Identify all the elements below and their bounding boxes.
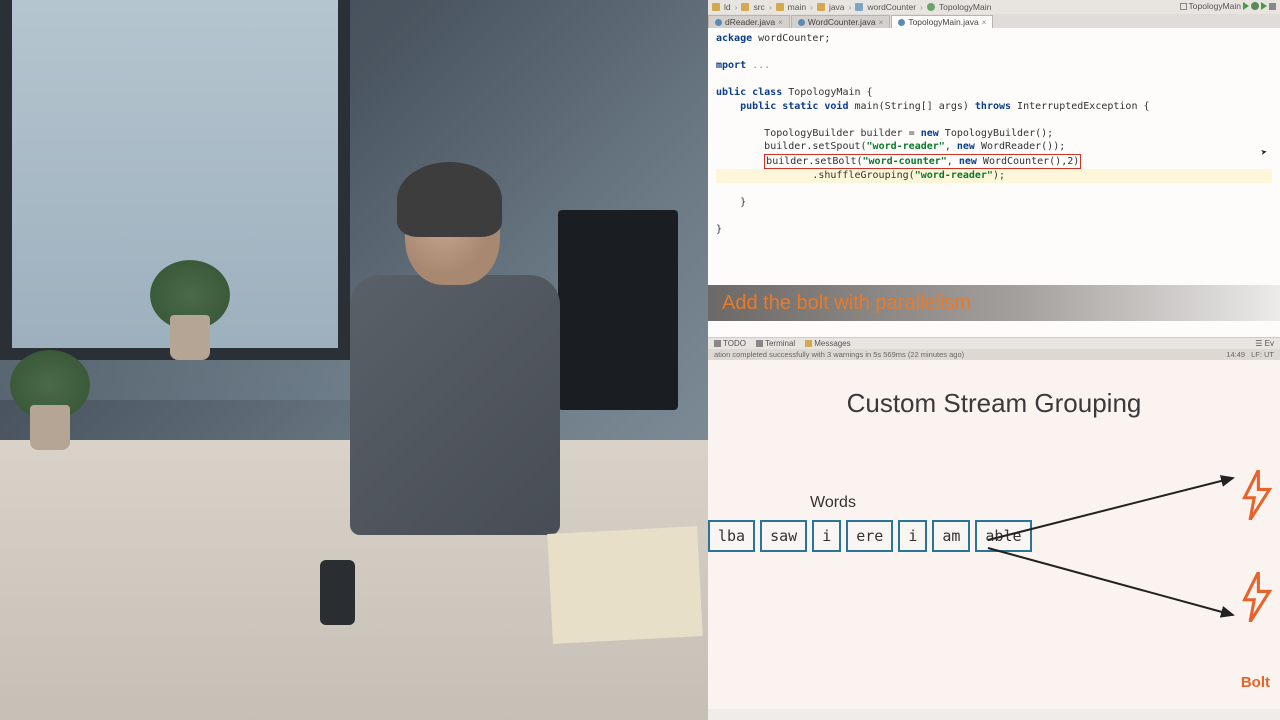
word-box: saw — [760, 520, 807, 552]
word-box: i — [812, 520, 841, 552]
stop-icon[interactable] — [1269, 3, 1276, 10]
tab-terminal[interactable]: Terminal — [756, 339, 795, 348]
run-icon[interactable] — [1243, 2, 1249, 10]
lightning-bolt-icon — [1240, 470, 1274, 520]
build-status: ation completed successfully with 3 warn… — [714, 350, 964, 359]
close-icon[interactable]: × — [778, 18, 783, 27]
close-icon[interactable]: × — [879, 18, 884, 27]
run-toolbar[interactable]: TopologyMain — [1180, 1, 1276, 11]
mouse-cursor-icon: ➤ — [1260, 146, 1269, 162]
papers — [547, 526, 703, 644]
tab-wordcounter[interactable]: WordCounter.java × — [791, 15, 891, 28]
encoding: LF: UT — [1251, 350, 1274, 359]
word-box: i — [898, 520, 927, 552]
status-bar: ation completed successfully with 3 warn… — [708, 349, 1280, 360]
presenter — [300, 170, 580, 570]
screen-share-panel: ld› src› main› java› wordCounter› Topolo… — [708, 0, 1280, 720]
stream-arrows — [983, 470, 1243, 630]
ide-window: ld› src› main› java› wordCounter› Topolo… — [708, 0, 1280, 360]
tab-eventlog[interactable]: ☰ Ev — [1255, 339, 1274, 348]
java-file-icon — [715, 19, 722, 26]
plant — [10, 350, 90, 450]
breadcrumb[interactable]: ld› src› main› java› wordCounter› Topolo… — [708, 0, 1280, 14]
lightning-bolt-icon — [1240, 572, 1274, 622]
caption-text: Add the bolt with parallelism — [722, 292, 971, 315]
run-coverage-icon[interactable] — [1261, 2, 1267, 10]
ide-bottom-tabs[interactable]: TODO Terminal Messages ☰ Ev — [708, 337, 1280, 349]
run-config-label[interactable]: TopologyMain — [1189, 1, 1241, 11]
tab-topologymain[interactable]: TopologyMain.java × — [891, 15, 993, 28]
word-box: am — [932, 520, 970, 552]
word-box: lba — [708, 520, 755, 552]
video-presenter-panel — [0, 0, 708, 720]
close-icon[interactable]: × — [982, 18, 987, 27]
slide-title: Custom Stream Grouping — [708, 388, 1280, 419]
plant — [150, 260, 230, 360]
words-label: Words — [810, 494, 856, 512]
tab-messages[interactable]: Messages — [805, 339, 850, 348]
phone — [320, 560, 355, 625]
java-file-icon — [798, 19, 805, 26]
java-file-icon — [898, 19, 905, 26]
presentation-slide: Custom Stream Grouping Words lba saw i e… — [708, 360, 1280, 709]
highlighted-code-line: builder.setBolt("word-counter", new Word… — [764, 154, 1081, 170]
caption-overlay: Add the bolt with parallelism — [708, 285, 1280, 321]
tab-wordreader[interactable]: dReader.java × — [708, 15, 790, 28]
word-box: ere — [846, 520, 893, 552]
tab-todo[interactable]: TODO — [714, 339, 746, 348]
cursor-position: 14:49 — [1226, 350, 1245, 359]
bolt-label: Bolt — [1241, 674, 1270, 691]
debug-icon[interactable] — [1251, 2, 1259, 10]
editor-tabs[interactable]: dReader.java × WordCounter.java × Topolo… — [708, 14, 1280, 28]
